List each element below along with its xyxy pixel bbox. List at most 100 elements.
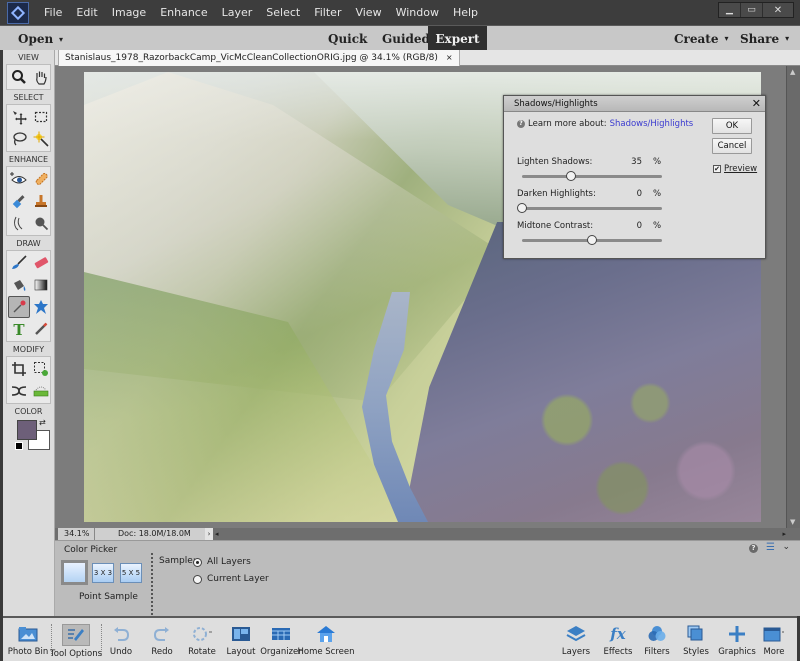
status-bar: 34.1% Doc: 18.0M/18.0M › ◂ ▸ <box>55 528 800 540</box>
scroll-up-icon[interactable]: ▲ <box>790 68 795 76</box>
sample-5x5-button[interactable]: 5 X 5 <box>120 563 142 583</box>
color-swatches: ⇄ <box>6 418 51 458</box>
gradient-tool-icon[interactable] <box>30 274 52 296</box>
menu-image[interactable]: Image <box>112 6 146 19</box>
menu-select[interactable]: Select <box>266 6 300 19</box>
magic-wand-tool-icon[interactable] <box>30 128 52 150</box>
tool-options-button[interactable]: Tool Options <box>50 624 102 659</box>
sample-3x3-button[interactable]: 3 X 3 <box>92 563 114 583</box>
preview-checkbox[interactable]: ✔ <box>713 165 721 173</box>
open-button[interactable]: Open <box>18 26 53 51</box>
brush-tool-icon[interactable] <box>8 252 30 274</box>
lasso-tool-icon[interactable] <box>8 128 30 150</box>
hand-tool-icon[interactable] <box>30 66 52 88</box>
radio-current-layer[interactable]: Current Layer <box>193 574 269 584</box>
dialog-titlebar[interactable]: Shadows/Highlights ✕ <box>504 96 765 112</box>
document-tab[interactable]: Stanislaus_1978_RazorbackCamp_VicMcClean… <box>58 50 460 66</box>
menu-filter[interactable]: Filter <box>314 6 341 19</box>
slider-thumb[interactable] <box>587 235 597 245</box>
ok-button[interactable]: OK <box>712 118 752 134</box>
close-icon[interactable]: × <box>446 50 453 66</box>
tab-guided[interactable]: Guided <box>382 26 430 51</box>
midtone-contrast-value[interactable]: 0 <box>622 221 642 231</box>
radio-button-unchecked[interactable] <box>193 574 202 584</box>
status-menu-arrow-icon[interactable]: › <box>205 528 213 540</box>
move-tool-icon[interactable] <box>8 106 30 128</box>
foreground-color-swatch[interactable] <box>17 420 37 440</box>
panel-menu-icon[interactable]: ☰ <box>766 542 775 553</box>
menu-view[interactable]: View <box>355 6 381 19</box>
preview-label: Preview <box>724 164 758 174</box>
tab-quick[interactable]: Quick <box>328 26 367 51</box>
tool-group-modify <box>6 356 51 404</box>
photo-bin-button[interactable]: Photo Bin <box>3 624 53 657</box>
point-sample-button[interactable] <box>61 560 88 585</box>
filters-icon <box>646 624 668 644</box>
sample-size-label: Point Sample <box>79 592 138 602</box>
preview-checkbox-row[interactable]: ✔ Preview <box>713 164 757 174</box>
minimize-button[interactable]: ▁ <box>719 3 741 17</box>
tool-options-icon <box>62 624 90 646</box>
pencil-tool-icon[interactable] <box>30 318 52 340</box>
smart-brush-tool-icon[interactable] <box>8 190 30 212</box>
slider-thumb[interactable] <box>566 171 576 181</box>
slider-thumb[interactable] <box>517 203 527 213</box>
help-icon[interactable]: ? <box>749 544 758 553</box>
radio-button-checked[interactable] <box>193 557 202 567</box>
straighten-tool-icon[interactable] <box>30 380 52 402</box>
custom-shape-tool-icon[interactable] <box>30 296 52 318</box>
filters-label: Filters <box>644 647 670 657</box>
menu-help[interactable]: Help <box>453 6 478 19</box>
menu-enhance[interactable]: Enhance <box>160 6 207 19</box>
radio-all-layers[interactable]: All Layers <box>193 557 251 567</box>
open-dropdown-caret-icon[interactable]: ▾ <box>59 26 63 51</box>
sponge-tool-icon[interactable] <box>30 212 52 234</box>
scroll-down-icon[interactable]: ▼ <box>790 518 795 526</box>
midtone-contrast-slider[interactable] <box>522 235 662 245</box>
more-button[interactable]: More <box>749 624 799 657</box>
type-tool-icon[interactable]: T <box>8 318 30 340</box>
darken-highlights-slider[interactable] <box>517 203 662 213</box>
maximize-button[interactable]: ▭ <box>741 3 763 17</box>
darken-highlights-value[interactable]: 0 <box>622 189 642 199</box>
lighten-shadows-value[interactable]: 35 <box>622 157 642 167</box>
create-button[interactable]: Create ▾ <box>674 26 728 51</box>
share-button[interactable]: Share ▾ <box>740 26 789 51</box>
menu-file[interactable]: File <box>44 6 62 19</box>
home-screen-button[interactable]: Home Screen <box>297 624 355 657</box>
clone-stamp-tool-icon[interactable] <box>30 190 52 212</box>
rotate-icon <box>191 624 213 644</box>
swap-colors-icon[interactable]: ⇄ <box>39 418 46 427</box>
recompose-tool-icon[interactable] <box>30 358 52 380</box>
scroll-right-icon[interactable]: ▸ <box>782 528 786 540</box>
menu-window[interactable]: Window <box>396 6 439 19</box>
eyedropper-tool-icon[interactable] <box>8 296 30 318</box>
blur-tool-icon[interactable] <box>8 212 30 234</box>
cancel-button[interactable]: Cancel <box>712 138 752 154</box>
lighten-shadows-slider[interactable] <box>522 171 662 181</box>
content-aware-move-tool-icon[interactable] <box>8 380 30 402</box>
eraser-tool-icon[interactable] <box>30 252 52 274</box>
chevron-down-icon[interactable]: ⌄ <box>782 542 790 552</box>
red-eye-tool-icon[interactable] <box>8 168 30 190</box>
crop-tool-icon[interactable] <box>8 358 30 380</box>
percent-label: % <box>653 189 662 199</box>
marquee-tool-icon[interactable] <box>30 106 52 128</box>
learn-more-link[interactable]: Shadows/Highlights <box>610 119 694 129</box>
mode-bar: Open ▾ Quick Guided Expert Create ▾ Share… <box>0 25 800 51</box>
zoom-tool-icon[interactable] <box>8 66 30 88</box>
close-window-button[interactable]: ✕ <box>763 3 793 17</box>
scroll-left-icon[interactable]: ◂ <box>215 528 219 540</box>
default-colors-icon[interactable] <box>15 442 23 450</box>
dialog-title: Shadows/Highlights <box>514 98 598 109</box>
zoom-level-field[interactable]: 34.1% <box>58 528 95 540</box>
close-icon[interactable]: ✕ <box>752 96 761 112</box>
menu-edit[interactable]: Edit <box>76 6 97 19</box>
divider <box>151 553 153 615</box>
tab-expert[interactable]: Expert <box>428 26 487 51</box>
paint-bucket-tool-icon[interactable] <box>8 274 30 296</box>
menu-layer[interactable]: Layer <box>222 6 253 19</box>
chevron-down-icon: ▾ <box>785 34 790 43</box>
vertical-scrollbar[interactable]: ▲ ▼ <box>786 66 800 528</box>
spot-healing-tool-icon[interactable] <box>30 168 52 190</box>
